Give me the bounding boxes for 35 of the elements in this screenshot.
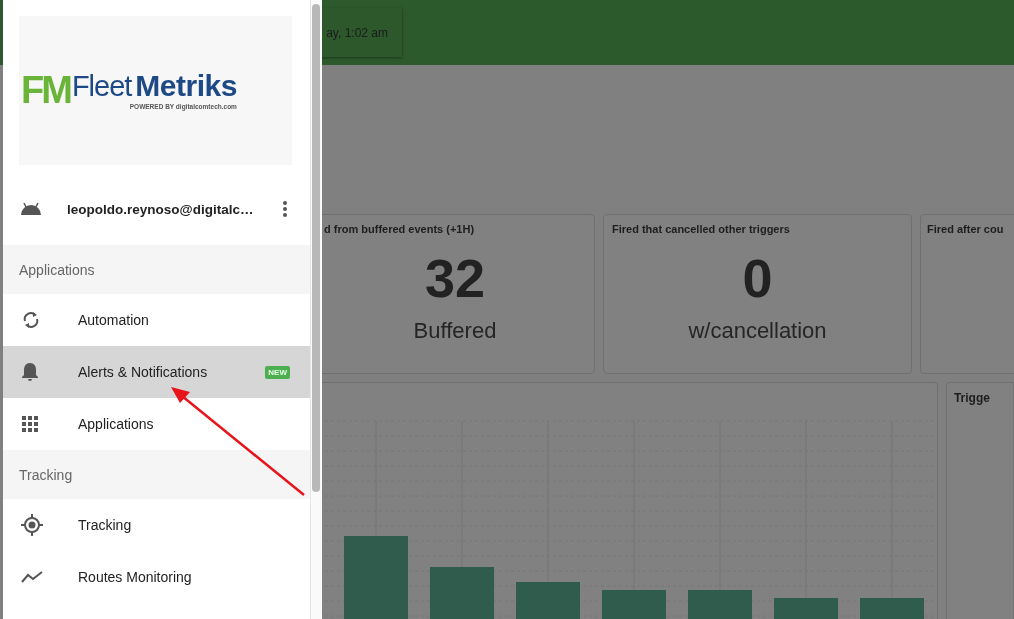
stat-caption: Buffered (413, 318, 497, 344)
stat-value: 0 (742, 251, 773, 305)
section-title: Applications (19, 261, 95, 278)
more-options-icon[interactable] (282, 200, 288, 218)
chart-bar (774, 598, 838, 619)
section-title: Tracking (19, 466, 73, 483)
sync-icon (21, 310, 41, 330)
chart-bar (602, 590, 666, 619)
logo-name-bold: Metriks (135, 71, 237, 101)
logo-monogram: FM (21, 71, 70, 109)
date-text: ay, 1:02 am (326, 25, 388, 40)
menu-item[interactable]: Applications (3, 398, 310, 450)
logo-name: Fleet (71, 72, 132, 101)
card-title: d from buffered events (+1H) (324, 223, 475, 235)
menu-item[interactable]: Alerts & Notifications NEW (3, 346, 310, 398)
panel-title: Trigge (953, 391, 991, 405)
stat-caption: w/cancellation (688, 318, 827, 344)
card-title: Fired after cou (927, 223, 1004, 235)
chart-bar (688, 590, 752, 619)
bell-icon (21, 362, 39, 382)
new-badge: NEW (265, 365, 290, 379)
crosshair-icon (21, 514, 43, 536)
user-email: leopoldo.reynoso@digitalc… (67, 201, 255, 217)
menu-item[interactable]: Automation (3, 294, 310, 346)
menu-item[interactable]: Tracking (3, 499, 310, 551)
menu-item[interactable]: Routes Monitoring (3, 551, 310, 603)
android-icon (19, 201, 43, 217)
chart-bar (430, 567, 494, 619)
stat-value: 32 (424, 251, 486, 305)
scrollbar[interactable] (310, 0, 322, 619)
chart-bar (516, 582, 580, 619)
grid-icon (21, 415, 39, 433)
card-title: Fired that cancelled other triggers (612, 223, 790, 235)
line-chart-icon (21, 570, 43, 584)
chart-bar (860, 598, 924, 619)
